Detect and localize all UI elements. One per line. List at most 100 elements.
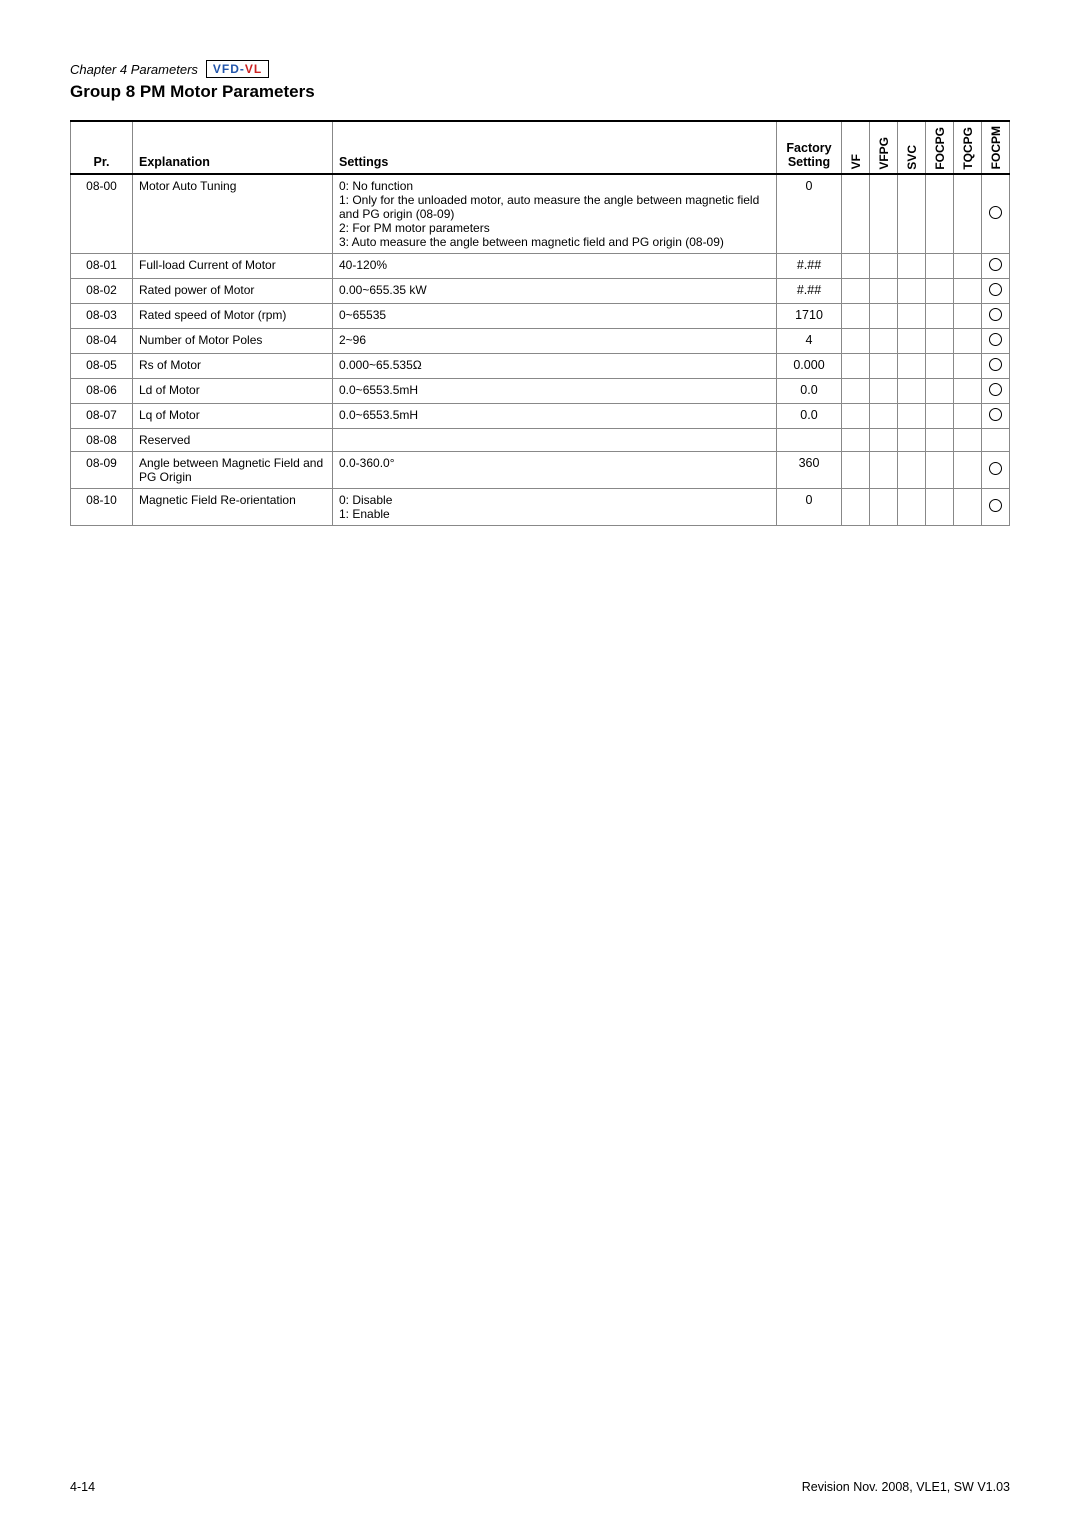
cell-factory-setting: #.## xyxy=(777,254,842,279)
cell-svc xyxy=(898,304,926,329)
focpm-circle-icon xyxy=(989,258,1002,271)
cell-factory-setting: 0.0 xyxy=(777,404,842,429)
cell-settings: 0.0~6553.5mH xyxy=(333,404,777,429)
focpm-circle-icon xyxy=(989,408,1002,421)
cell-pr: 08-02 xyxy=(71,279,133,304)
cell-tqcpg xyxy=(954,489,982,526)
cell-focpg xyxy=(926,452,954,489)
focpm-circle-icon xyxy=(989,462,1002,475)
parameters-table: Pr. Explanation Settings Factory Setting… xyxy=(70,120,1010,526)
header-svc: SVC xyxy=(898,121,926,174)
cell-vfpg xyxy=(870,329,898,354)
cell-focpg xyxy=(926,254,954,279)
cell-vfpg xyxy=(870,489,898,526)
cell-tqcpg xyxy=(954,354,982,379)
cell-vfpg xyxy=(870,379,898,404)
cell-tqcpg xyxy=(954,279,982,304)
cell-focpm xyxy=(982,379,1010,404)
cell-factory-setting: 0 xyxy=(777,174,842,254)
cell-settings: 0.000~65.535Ω xyxy=(333,354,777,379)
cell-focpm xyxy=(982,489,1010,526)
revision-text: Revision Nov. 2008, VLE1, SW V1.03 xyxy=(802,1480,1010,1494)
group-title: Group 8 PM Motor Parameters xyxy=(70,82,1010,102)
cell-factory-setting: 4 xyxy=(777,329,842,354)
focpm-circle-icon xyxy=(989,333,1002,346)
cell-svc xyxy=(898,254,926,279)
cell-vf xyxy=(842,174,870,254)
cell-focpm xyxy=(982,452,1010,489)
table-row: 08-04Number of Motor Poles2~964 xyxy=(71,329,1010,354)
cell-vf xyxy=(842,354,870,379)
cell-tqcpg xyxy=(954,254,982,279)
cell-vfpg xyxy=(870,452,898,489)
focpm-circle-icon xyxy=(989,283,1002,296)
cell-focpg xyxy=(926,379,954,404)
cell-settings xyxy=(333,429,777,452)
cell-svc xyxy=(898,452,926,489)
chapter-header: Chapter 4 Parameters VFD-VL xyxy=(70,60,1010,78)
cell-settings: 40-120% xyxy=(333,254,777,279)
table-row: 08-07Lq of Motor0.0~6553.5mH0.0 xyxy=(71,404,1010,429)
table-row: 08-02Rated power of Motor0.00~655.35 kW#… xyxy=(71,279,1010,304)
cell-focpg xyxy=(926,489,954,526)
cell-svc xyxy=(898,354,926,379)
table-row: 08-01Full-load Current of Motor40-120%#.… xyxy=(71,254,1010,279)
cell-svc xyxy=(898,404,926,429)
cell-focpm xyxy=(982,329,1010,354)
footer: 4-14 Revision Nov. 2008, VLE1, SW V1.03 xyxy=(70,1480,1010,1494)
page-number: 4-14 xyxy=(70,1480,95,1494)
cell-tqcpg xyxy=(954,429,982,452)
cell-focpm xyxy=(982,174,1010,254)
table-row: 08-06Ld of Motor0.0~6553.5mH0.0 xyxy=(71,379,1010,404)
cell-vfpg xyxy=(870,279,898,304)
cell-explanation: Ld of Motor xyxy=(133,379,333,404)
cell-vf xyxy=(842,279,870,304)
cell-focpg xyxy=(926,429,954,452)
cell-tqcpg xyxy=(954,404,982,429)
cell-factory-setting: 0.0 xyxy=(777,379,842,404)
cell-pr: 08-08 xyxy=(71,429,133,452)
cell-explanation: Motor Auto Tuning xyxy=(133,174,333,254)
cell-focpg xyxy=(926,329,954,354)
focpm-circle-icon xyxy=(989,499,1002,512)
cell-tqcpg xyxy=(954,452,982,489)
cell-vf xyxy=(842,379,870,404)
cell-focpm xyxy=(982,304,1010,329)
cell-factory-setting: 1710 xyxy=(777,304,842,329)
cell-pr: 08-00 xyxy=(71,174,133,254)
cell-focpg xyxy=(926,404,954,429)
header-focpm: FOCPM xyxy=(982,121,1010,174)
cell-vfpg xyxy=(870,404,898,429)
focpm-circle-icon xyxy=(989,358,1002,371)
cell-vf xyxy=(842,254,870,279)
brand-logo: VFD-VL xyxy=(206,60,269,78)
cell-explanation: Full-load Current of Motor xyxy=(133,254,333,279)
cell-pr: 08-04 xyxy=(71,329,133,354)
cell-pr: 08-10 xyxy=(71,489,133,526)
focpm-circle-icon xyxy=(989,383,1002,396)
cell-pr: 08-01 xyxy=(71,254,133,279)
header-tqcpg: TQCPG xyxy=(954,121,982,174)
cell-svc xyxy=(898,174,926,254)
cell-pr: 08-06 xyxy=(71,379,133,404)
table-row: 08-10Magnetic Field Re-orientation0: Dis… xyxy=(71,489,1010,526)
cell-vf xyxy=(842,489,870,526)
table-row: 08-08Reserved xyxy=(71,429,1010,452)
cell-factory-setting: #.## xyxy=(777,279,842,304)
cell-settings: 0: No function 1: Only for the unloaded … xyxy=(333,174,777,254)
cell-explanation: Rs of Motor xyxy=(133,354,333,379)
cell-focpm xyxy=(982,404,1010,429)
cell-explanation: Lq of Motor xyxy=(133,404,333,429)
cell-focpg xyxy=(926,304,954,329)
table-row: 08-00Motor Auto Tuning0: No function 1: … xyxy=(71,174,1010,254)
cell-vf xyxy=(842,329,870,354)
cell-factory-setting: 0 xyxy=(777,489,842,526)
cell-vf xyxy=(842,404,870,429)
cell-svc xyxy=(898,489,926,526)
table-header-row: Pr. Explanation Settings Factory Setting… xyxy=(71,121,1010,174)
cell-tqcpg xyxy=(954,379,982,404)
cell-settings: 2~96 xyxy=(333,329,777,354)
table-row: 08-03Rated speed of Motor (rpm)0~6553517… xyxy=(71,304,1010,329)
table-row: 08-05Rs of Motor0.000~65.535Ω0.000 xyxy=(71,354,1010,379)
cell-pr: 08-03 xyxy=(71,304,133,329)
